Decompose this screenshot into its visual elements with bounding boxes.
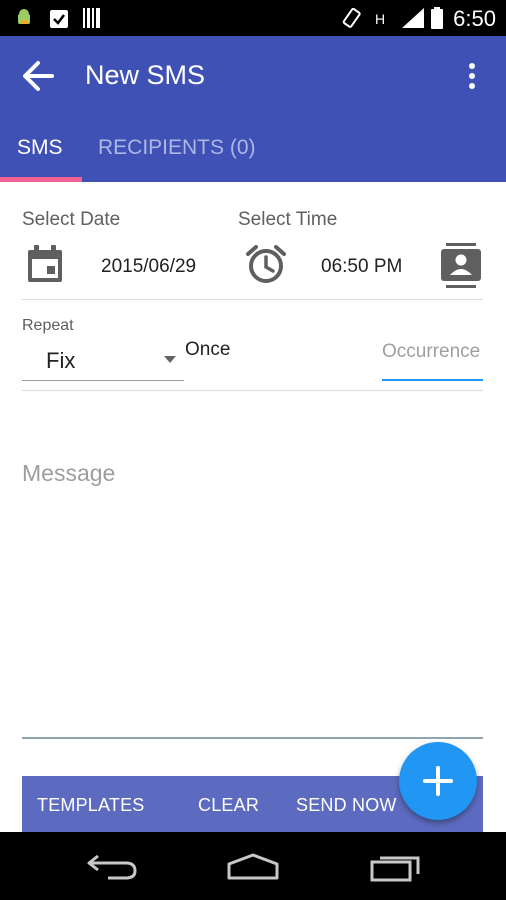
repeat-selected: Fix — [46, 348, 76, 373]
battery-icon — [431, 7, 443, 29]
app-bar — [0, 36, 506, 182]
plus-icon — [423, 766, 453, 796]
date-value[interactable]: 2015/06/29 — [101, 256, 196, 278]
tab-sms[interactable]: SMS — [17, 136, 63, 160]
occurrence-underline — [382, 379, 483, 381]
tab-indicator — [0, 177, 82, 182]
android-debug-icon — [18, 9, 30, 24]
add-fab-button[interactable] — [399, 742, 477, 820]
select-time-label: Select Time — [238, 209, 338, 230]
network-h-icon: H — [375, 11, 385, 27]
nav-back-icon[interactable] — [86, 852, 138, 880]
dropdown-arrow-icon — [164, 356, 176, 363]
barcode-icon — [83, 8, 100, 28]
nav-home-icon[interactable] — [226, 852, 280, 880]
message-underline — [22, 737, 483, 739]
tab-recipients[interactable]: RECIPIENTS (0) — [98, 136, 256, 160]
select-date-label: Select Date — [22, 209, 121, 230]
message-placeholder: Message — [22, 460, 116, 486]
contact-card-icon[interactable] — [441, 243, 481, 289]
alarm-clock-icon[interactable] — [245, 243, 287, 285]
clipboard-check-icon — [50, 10, 68, 28]
occurrence-input[interactable]: Occurrence — [382, 338, 483, 382]
system-nav-bar — [0, 832, 506, 900]
svg-text:H: H — [375, 11, 385, 27]
repeat-label: Repeat — [22, 317, 74, 334]
arrow-left-icon[interactable] — [20, 58, 56, 94]
time-value[interactable]: 06:50 PM — [321, 256, 402, 278]
status-bar: H 6:50 — [0, 0, 506, 36]
vibrate-icon — [342, 8, 361, 28]
divider — [22, 390, 483, 391]
status-time: 6:50 — [453, 6, 496, 31]
signal-icon — [402, 8, 424, 28]
divider — [22, 299, 483, 300]
repeat-dropdown[interactable]: Fix — [22, 342, 184, 382]
templates-button[interactable]: TEMPLATES — [37, 795, 145, 816]
send-now-button[interactable]: SEND NOW — [296, 795, 397, 816]
page-title: New SMS — [85, 60, 206, 90]
nav-recents-icon[interactable] — [370, 854, 420, 882]
message-input[interactable]: Message — [22, 455, 483, 740]
repeat-summary: Once — [185, 339, 231, 360]
dropdown-underline — [22, 380, 184, 381]
occurrence-placeholder: Occurrence — [382, 341, 481, 362]
more-vert-icon[interactable] — [462, 61, 482, 91]
clear-button[interactable]: CLEAR — [198, 795, 259, 816]
calendar-icon[interactable] — [26, 244, 64, 284]
